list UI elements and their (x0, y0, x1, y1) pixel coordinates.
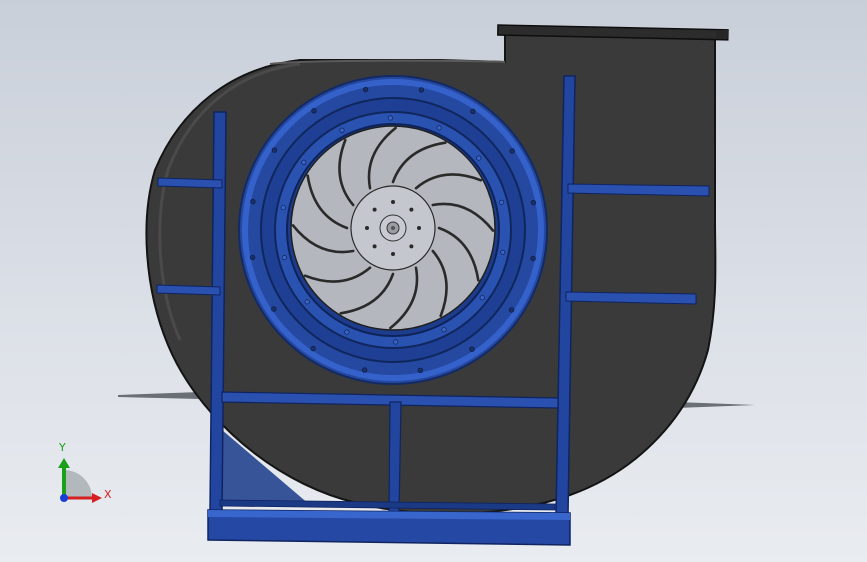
triad-x-label: X (104, 488, 112, 501)
ring-bolt (250, 198, 256, 205)
inner-bolt (281, 255, 287, 261)
cad-viewport[interactable]: Y X (0, 0, 867, 562)
hub-bolt (372, 207, 377, 212)
ring-bolt (508, 307, 515, 313)
inner-bolt (387, 115, 393, 121)
inner-bolt (280, 205, 286, 211)
inner-bolt (393, 339, 399, 345)
inner-bolt (339, 127, 345, 133)
ring-bolt (509, 148, 515, 154)
inner-bolt (500, 249, 506, 255)
inner-bolt (476, 155, 482, 161)
inner-bolt (436, 125, 442, 131)
shaft-center (391, 226, 395, 230)
frame-left-bracket-lower[interactable] (156, 284, 221, 296)
frame-center-strut[interactable] (388, 401, 402, 514)
hub-bolt (365, 226, 369, 230)
ring-bolt (271, 306, 277, 312)
frame-left-bracket-upper[interactable] (157, 177, 223, 189)
y-axis-arrowhead (58, 458, 70, 468)
ring-bolt (249, 254, 256, 261)
ring-bolt (271, 147, 278, 153)
ring-bolt (362, 86, 369, 93)
x-axis-arrowhead (92, 493, 102, 503)
hub-bolt (409, 207, 414, 212)
hub-bolt (391, 200, 395, 204)
ground-shadow-left (118, 392, 200, 399)
ring-bolt (310, 345, 316, 352)
inner-bolt (441, 327, 447, 333)
ring-bolt (417, 367, 424, 374)
hub-bolt (391, 252, 395, 256)
outlet-flange-lip (716, 30, 728, 38)
ring-bolt (311, 108, 317, 114)
hub-bolt (417, 226, 421, 230)
ring-bolt (470, 108, 476, 115)
inner-bolt (479, 295, 485, 301)
hub-bolt (372, 244, 377, 249)
triad-arc (64, 470, 92, 498)
inner-bolt (499, 199, 505, 205)
ring-bolt (530, 199, 537, 206)
ring-bolt (361, 367, 368, 373)
z-axis-marker (60, 494, 68, 502)
coordinate-triad[interactable] (58, 458, 102, 503)
inner-bolt (304, 299, 310, 305)
fan-model-scene[interactable] (0, 0, 867, 562)
hub-bolt (409, 244, 414, 249)
inner-bolt (344, 329, 350, 335)
ring-bolt (418, 87, 425, 93)
triad-y-label: Y (59, 441, 66, 454)
ring-bolt (469, 346, 475, 352)
ring-bolt (530, 255, 536, 262)
inner-bolt (301, 159, 307, 165)
